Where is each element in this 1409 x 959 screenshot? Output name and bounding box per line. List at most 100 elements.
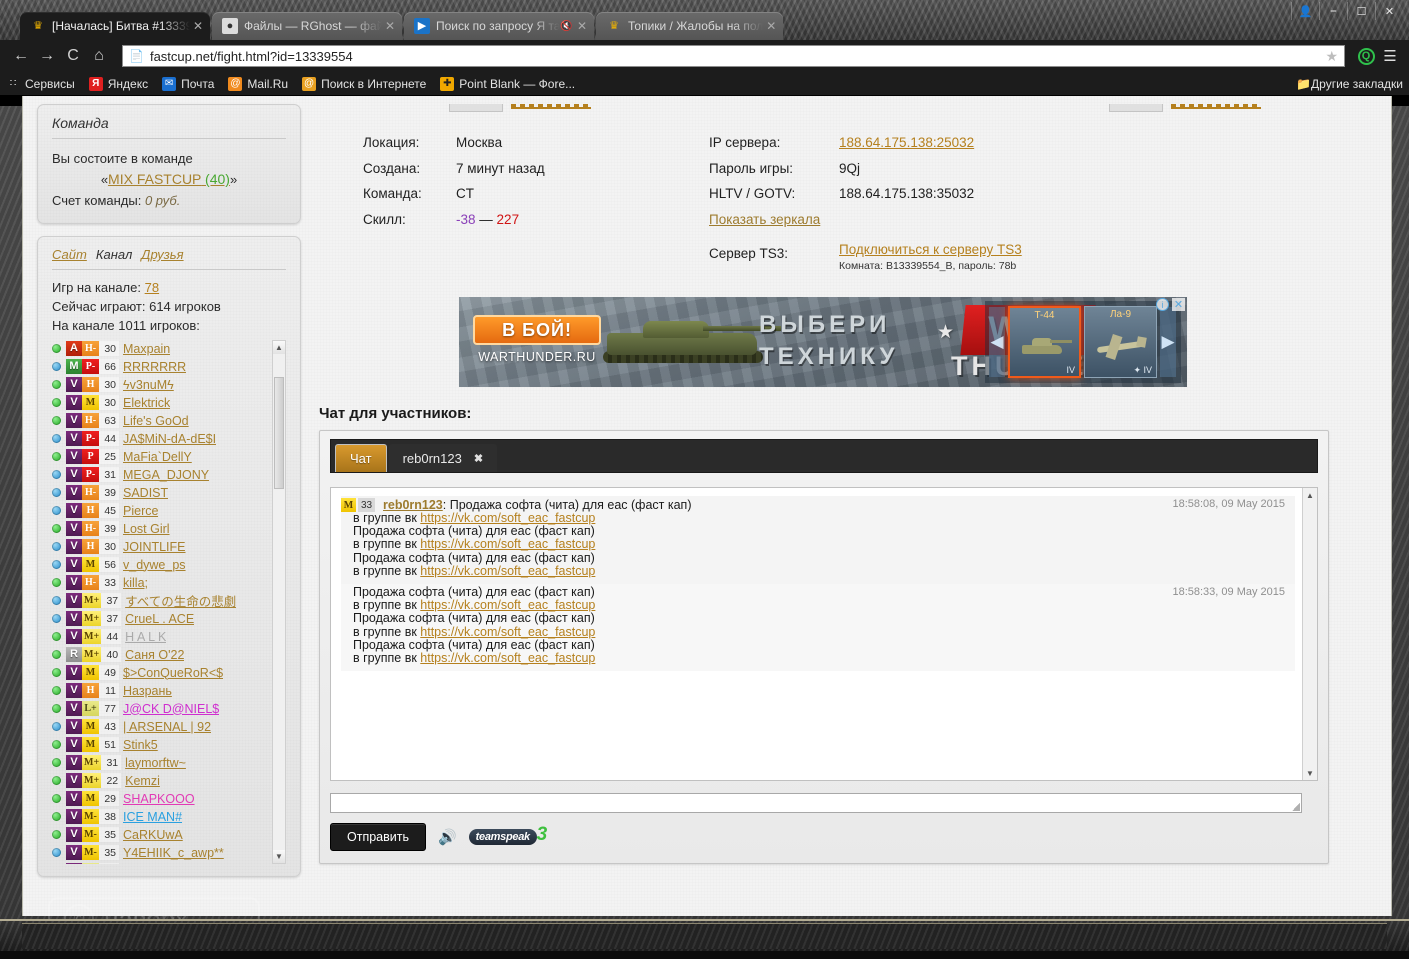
bookmark-2[interactable]: ✉ Почта — [162, 76, 214, 91]
player-row[interactable]: V H- 39 SADIST — [52, 484, 270, 502]
player-name-link[interactable]: J@CK D@NIEL$ — [123, 702, 219, 716]
player-list-scrollbar[interactable]: ▲ ▼ — [272, 339, 286, 864]
player-row[interactable]: R M+ 40 Саня O'22 — [52, 646, 270, 664]
player-name-link[interactable]: Kemzi — [125, 774, 160, 788]
player-name-link[interactable]: killa; — [123, 576, 148, 590]
player-row[interactable]: V M 56 v_dywe_ps — [52, 556, 270, 574]
player-row[interactable]: V P 25 MaFia`DellY — [52, 448, 270, 466]
resize-grip-icon[interactable] — [1292, 803, 1300, 811]
player-name-link[interactable]: | ARSENAL | 92 — [123, 720, 211, 734]
extension-button[interactable]: Q — [1353, 43, 1379, 69]
player-name-link[interactable]: $>ConQueRoR<$ — [123, 666, 223, 680]
back-icon[interactable]: ← — [8, 43, 34, 69]
player-name-link[interactable]: SHAPKOOO — [123, 792, 195, 806]
bookmark-5[interactable]: ✚ Point Blank — Фore... — [440, 76, 575, 91]
scrollbar-thumb[interactable] — [274, 376, 284, 489]
chat-log[interactable]: 18:58:08, 09 May 2015 M 33 reb0rn123: Прода… — [330, 487, 1318, 781]
player-row[interactable]: V M- 38 ICE MAN# — [52, 808, 270, 826]
vehicle-card-tank[interactable]: T-44 IV — [1008, 306, 1081, 378]
send-button[interactable]: Отправить — [330, 823, 426, 851]
bookmark-star-icon[interactable]: ★ — [1325, 48, 1338, 65]
bookmark-3[interactable]: @ Mail.Ru — [228, 76, 288, 91]
player-name-link[interactable]: ICE MAN# — [123, 810, 182, 824]
close-icon[interactable]: ✕ — [1375, 2, 1403, 20]
ts-connect-link[interactable]: Подключиться к серверу TS3 — [839, 242, 1022, 257]
teamspeak-button[interactable]: teamspeak 3 — [468, 824, 547, 845]
player-row[interactable]: V M 49 $>ConQueRoR<$ — [52, 664, 270, 682]
maximize-icon[interactable]: ☐ — [1347, 2, 1375, 20]
advertisement[interactable]: В БОЙ! WARTHUNDER.RU ВЫБЕРИ ТЕХНИКУ ★ WA… — [459, 297, 1377, 387]
player-row[interactable]: V P- 44 JA$MiN-dA-dE$I — [52, 430, 270, 448]
player-name-link[interactable]: JA$MiN-dA-dE$I — [123, 432, 216, 446]
bookmark-4[interactable]: @ Поиск в Интернете — [302, 76, 426, 91]
tab-mute-icon[interactable]: 🔇 — [560, 21, 574, 32]
player-row[interactable]: V M 51 Stink5 — [52, 736, 270, 754]
chat-input[interactable] — [330, 793, 1302, 813]
chat-line-link[interactable]: https://vk.com/soft_eac_fastcup — [420, 537, 595, 551]
bookmark-1[interactable]: Я Яндекс — [88, 76, 148, 91]
channel-tab-2[interactable]: Друзья — [141, 247, 183, 262]
player-row[interactable]: V M+ 37 すべての生命の悲劇 — [52, 592, 270, 610]
player-name-link[interactable]: SADIST — [123, 486, 168, 500]
warthunder-banner[interactable]: В БОЙ! WARTHUNDER.RU ВЫБЕРИ ТЕХНИКУ ★ WA… — [459, 297, 1187, 387]
player-name-link[interactable]: CrueL . ACE — [125, 612, 194, 626]
player-name-link[interactable]: Pierce — [123, 504, 158, 518]
player-row[interactable]: V M- 35 CaRKUwA — [52, 826, 270, 844]
bookmark-0[interactable]: ∷ Сервисы — [6, 77, 75, 91]
chat-scroll-down-icon[interactable]: ▼ — [1303, 766, 1317, 780]
player-row[interactable]: V H 30 ϟv3nuMϟ — [52, 376, 270, 394]
player-row[interactable]: V M+ 37 CrueL . ACE — [52, 610, 270, 628]
player-row[interactable]: M P- 66 RRRRRRR — [52, 358, 270, 376]
chat-tab-close-icon[interactable]: ✖ — [474, 452, 483, 465]
chat-line-link[interactable]: https://vk.com/soft_eac_fastcup — [420, 598, 595, 612]
scroll-down-arrow-icon[interactable]: ▼ — [273, 849, 285, 863]
channel-tab-1[interactable]: Канал — [96, 247, 132, 262]
chat-line-link[interactable]: https://vk.com/soft_eac_fastcup — [420, 564, 595, 578]
player-row[interactable]: V H- 63 Life's GoOd — [52, 412, 270, 430]
browser-tab-3[interactable]: ♛ Топики / Жалобы на пол ✕ — [596, 12, 784, 40]
browser-tab-0[interactable]: ♛ [Началась] Битва #13339 ✕ — [20, 12, 210, 40]
player-name-link[interactable]: Назрань — [123, 684, 172, 698]
player-name-link[interactable]: Elektrick — [123, 396, 170, 410]
address-bar[interactable]: 📄 fastcup.net/fight.html?id=13339554 ★ — [122, 45, 1345, 67]
tab-close-icon[interactable]: ✕ — [382, 19, 398, 33]
ad-close-icon[interactable]: ✕ — [1172, 298, 1185, 311]
ad-info-icon[interactable]: i — [1156, 298, 1169, 311]
carousel-next-icon[interactable]: ▶ — [1160, 307, 1176, 377]
player-name-link[interactable]: Life's GoOd — [123, 414, 189, 428]
player-name-link[interactable]: H A L K — [125, 630, 166, 644]
player-name-link[interactable]: Y4EHIIK_c_awp** — [123, 846, 224, 860]
browser-tab-2[interactable]: ▶ Поиск по запросу Я та 🔇 ✕ — [404, 12, 594, 40]
player-name-link[interactable]: Stink5 — [123, 738, 158, 752]
tab-close-icon[interactable]: ✕ — [574, 19, 590, 33]
home-icon[interactable]: ⌂ — [86, 43, 112, 69]
player-row[interactable]: V L+ 77 J@CK D@NIEL$ — [52, 700, 270, 718]
player-row[interactable]: V M+ 22 Kemzi — [52, 772, 270, 790]
chat-line-link[interactable]: https://vk.com/soft_eac_fastcup — [420, 651, 595, 665]
forward-icon[interactable]: → — [34, 43, 60, 69]
player-row[interactable]: V H 11 Назрань — [52, 682, 270, 700]
chat-tab-main[interactable]: Чат — [335, 444, 387, 472]
player-row[interactable]: V M 29 SHAPKOOO — [52, 790, 270, 808]
player-name-link[interactable]: ϟv3nuMϟ — [123, 378, 174, 392]
player-name-link[interactable]: CaRKUwA — [123, 828, 183, 842]
player-name-link[interactable]: MaFia`DellY — [123, 450, 192, 464]
other-bookmarks[interactable]: 📁 Другие закладки — [1296, 77, 1403, 91]
player-name-link[interactable]: laymorftw~ — [125, 756, 186, 770]
chat-line-link[interactable]: https://vk.com/soft_eac_fastcup — [420, 625, 595, 639]
banner-cta-button[interactable]: В БОЙ! — [473, 315, 601, 345]
chat-tab-private[interactable]: reb0rn123 ✖ — [388, 444, 498, 472]
scroll-up-arrow-icon[interactable]: ▲ — [273, 340, 285, 354]
player-row[interactable]: V M+ 44 H A L K — [52, 628, 270, 646]
server-ip-value[interactable]: 188.64.175.138:25032 — [839, 135, 974, 150]
player-name-link[interactable]: MEGA_DJONY — [123, 468, 209, 482]
player-row[interactable]: V H- 33 killa; — [52, 574, 270, 592]
carousel-prev-icon[interactable]: ◀ — [989, 307, 1005, 377]
tab-close-icon[interactable]: ✕ — [190, 19, 206, 33]
player-row[interactable]: A H- 30 Maxpain — [52, 340, 270, 358]
chat-scrollbar[interactable]: ▲ ▼ — [1302, 488, 1317, 780]
chat-scroll-up-icon[interactable]: ▲ — [1303, 488, 1317, 502]
player-name-link[interactable]: v_dywe_ps — [123, 558, 186, 572]
player-name-link[interactable]: JOINTLIFE — [123, 540, 186, 554]
team-link[interactable]: MIX FASTCUP (40) — [108, 171, 230, 187]
